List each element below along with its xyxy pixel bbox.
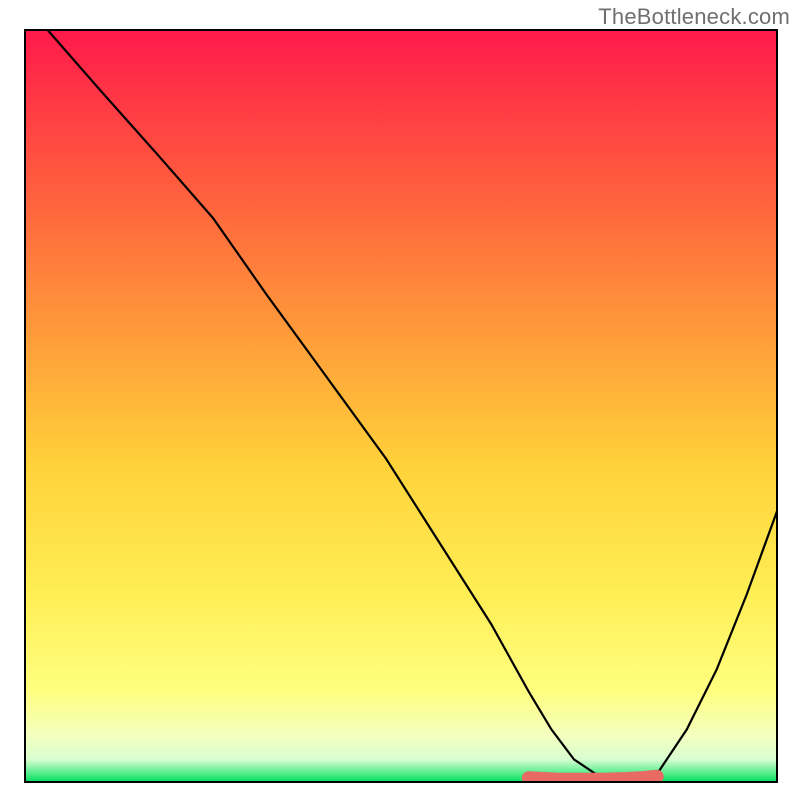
bottleneck-chart	[0, 0, 800, 800]
gradient-background	[25, 30, 777, 782]
optimal-marker	[529, 777, 657, 780]
chart-container: TheBottleneck.com	[0, 0, 800, 800]
watermark-text: TheBottleneck.com	[598, 4, 790, 30]
